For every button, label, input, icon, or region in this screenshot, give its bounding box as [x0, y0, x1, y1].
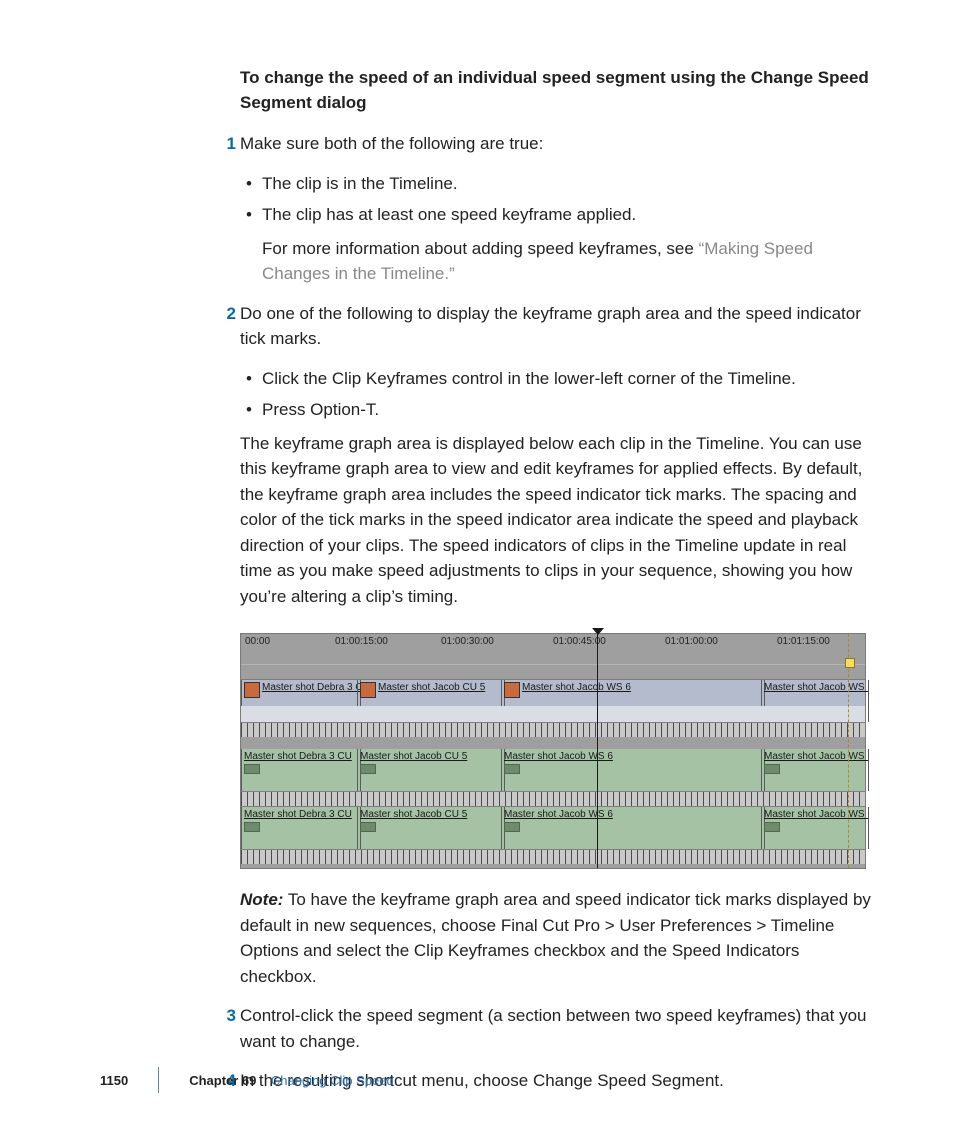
thumbnail-icon	[504, 682, 520, 698]
audio-clip[interactable]: Master shot Jacob CU 5	[357, 807, 505, 849]
step-number: 3	[216, 1003, 236, 1029]
waveform-icon	[244, 822, 260, 832]
bullet: Click the Clip Keyframes control in the …	[240, 366, 878, 392]
step-text: Make sure both of the following are true…	[240, 134, 543, 153]
audio-clip[interactable]: Master shot Jacob CU 5	[357, 749, 505, 791]
waveform-icon	[764, 764, 780, 774]
page-number: 1150	[100, 1073, 128, 1088]
waveform-icon	[504, 822, 520, 832]
chapter-title: Changing Clip Speed	[271, 1073, 394, 1088]
keyframe-icon[interactable]	[611, 709, 624, 722]
step-text: Do one of the following to display the k…	[240, 304, 861, 349]
bullet: The clip has at least one speed keyframe…	[240, 202, 878, 228]
audio-clip[interactable]: Master shot Jacob WS 6	[501, 749, 765, 791]
bullet: Press Option-T.	[240, 397, 878, 423]
video-clip[interactable]: Master shot Jacob CU 5	[357, 680, 505, 722]
bullet-note: For more information about adding speed …	[240, 236, 878, 287]
timecode: 01:01:00:00	[665, 636, 718, 647]
timecode: 01:00:15:00	[335, 636, 388, 647]
audio-track[interactable]: Master shot Debra 3 CU Master shot Jacob…	[241, 749, 865, 792]
sequence-end-marker[interactable]	[848, 634, 849, 868]
section-heading: To change the speed of an individual spe…	[240, 66, 878, 115]
audio-clip[interactable]: Master shot Jacob WS 6	[761, 807, 869, 849]
step-number: 1	[216, 131, 236, 157]
thumbnail-icon	[360, 682, 376, 698]
timecode: 01:00:30:00	[441, 636, 494, 647]
note-label: Note:	[240, 890, 283, 909]
video-track[interactable]: Master shot Debra 3 CU Master shot Jacob…	[241, 680, 865, 723]
paragraph: The keyframe graph area is displayed bel…	[240, 431, 878, 610]
waveform-icon	[244, 764, 260, 774]
thumbnail-icon	[244, 682, 260, 698]
audio-clip[interactable]: Master shot Debra 3 CU	[241, 749, 361, 791]
audio-clip[interactable]: Master shot Jacob WS 6	[761, 749, 869, 791]
audio-track[interactable]: Master shot Debra 3 CU Master shot Jacob…	[241, 806, 865, 850]
waveform-icon	[764, 822, 780, 832]
step-text: Control-click the speed segment (a secti…	[240, 1006, 867, 1051]
video-clip[interactable]: Master shot Debra 3 CU	[241, 680, 361, 722]
step-3: 3 Control-click the speed segment (a sec…	[240, 1003, 878, 1054]
step-number: 2	[216, 301, 236, 327]
timecode: 01:01:15:00	[777, 636, 830, 647]
video-clip[interactable]: Master shot Jacob WS 6	[761, 680, 869, 722]
keyframe-icon[interactable]	[497, 709, 510, 722]
step-1: 1 Make sure both of the following are tr…	[240, 131, 878, 157]
playhead[interactable]	[597, 634, 598, 868]
page-footer: 1150 Chapter 69 Changing Clip Speed	[0, 1067, 954, 1099]
audio-clip[interactable]: Master shot Jacob WS 6	[501, 807, 765, 849]
speed-indicator-ticks	[241, 850, 865, 864]
audio-clip[interactable]: Master shot Debra 3 CU	[241, 807, 361, 849]
speed-indicator-ticks	[241, 792, 865, 806]
waveform-icon	[360, 822, 376, 832]
waveform-icon	[360, 764, 376, 774]
speed-indicator-ticks	[241, 723, 865, 737]
timeline-screenshot: 00:00 01:00:15:00 01:00:30:00 01:00:45:0…	[240, 633, 866, 869]
timecode: 00:00	[245, 636, 270, 647]
waveform-icon	[504, 764, 520, 774]
time-ruler[interactable]: 00:00 01:00:15:00 01:00:30:00 01:00:45:0…	[241, 634, 865, 664]
bullet: The clip is in the Timeline.	[240, 171, 878, 197]
video-clip[interactable]: Master shot Jacob WS 6	[501, 680, 765, 722]
footer-separator	[158, 1067, 159, 1093]
note-paragraph: Note: To have the keyframe graph area an…	[240, 887, 878, 989]
step-2: 2 Do one of the following to display the…	[240, 301, 878, 352]
chapter-label: Chapter 69	[189, 1073, 256, 1088]
